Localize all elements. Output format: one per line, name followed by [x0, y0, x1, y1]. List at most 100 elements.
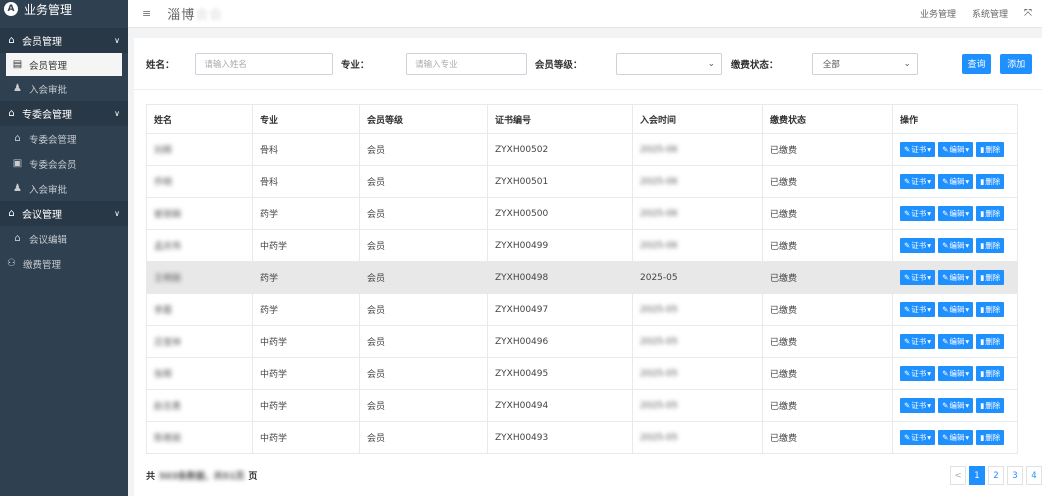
certificate-dropdown-button[interactable]: ✎ 证书 ▾ [900, 430, 936, 445]
join-date: 2025-05 [640, 272, 678, 283]
sidebar-item-label: 入会审批 [29, 184, 68, 196]
op-label: 证书 [911, 433, 927, 442]
edit-dropdown-button[interactable]: ✎ 编辑 ▾ [938, 430, 974, 445]
cell-name: 乔明 [146, 165, 253, 198]
cell-actions: ✎ 证书 ▾ ✎ 编辑 ▾ ▮ 删除 [892, 357, 1018, 390]
nav-system-link[interactable]: 系统管理 [972, 7, 1008, 20]
caret-down-icon: ▾ [965, 369, 970, 378]
cell-actions: ✎ 证书 ▾ ✎ 编辑 ▾ ▮ 删除 [892, 293, 1018, 326]
delete-button[interactable]: ▮ 删除 [976, 334, 1005, 349]
add-button[interactable]: 添加 [1000, 53, 1032, 74]
sidebar-item-payment[interactable]: ⚇ 缴费管理 [0, 251, 128, 276]
edit-dropdown-button[interactable]: ✎ 编辑 ▾ [938, 366, 974, 381]
sidebar-item-meeting-edit[interactable]: ⌂ 会议编辑 [0, 226, 128, 251]
search-button[interactable]: 查询 [961, 53, 992, 74]
cell-actions: ✎ 证书 ▾ ✎ 编辑 ▾ ▮ 删除 [892, 261, 1018, 294]
column-header-date: 入会时间 [632, 104, 763, 134]
menu-toggle-icon[interactable]: ≡ [142, 7, 151, 20]
member-name: 李霞 [154, 306, 173, 316]
cell-status: 已缴费 [762, 325, 893, 358]
certificate-dropdown-button[interactable]: ✎ 证书 ▾ [900, 174, 936, 189]
trash-icon: ▮ [980, 401, 985, 410]
cell-cert: ZYXH00496 [487, 325, 633, 358]
edit-dropdown-button[interactable]: ✎ 编辑 ▾ [938, 302, 974, 317]
sidebar-item-member-management[interactable]: ▤ 会员管理 [6, 53, 122, 76]
delete-button[interactable]: ▮ 删除 [976, 366, 1005, 381]
brand: A 业务管理 [0, 0, 128, 18]
delete-button[interactable]: ▮ 删除 [976, 270, 1005, 285]
edit-dropdown-button[interactable]: ✎ 编辑 ▾ [938, 142, 974, 157]
member-name: 陈艳丽 [154, 434, 182, 444]
certificate-dropdown-button[interactable]: ✎ 证书 ▾ [900, 398, 936, 413]
delete-button[interactable]: ▮ 删除 [976, 302, 1005, 317]
edit-dropdown-button[interactable]: ✎ 编辑 ▾ [938, 270, 974, 285]
level-select[interactable]: ⌄ [615, 52, 722, 75]
certificate-dropdown-button[interactable]: ✎ 证书 ▾ [900, 302, 936, 317]
chevron-down-icon: ∨ [114, 36, 120, 45]
id-card-icon: ▤ [12, 59, 23, 70]
fullscreen-icon[interactable]: ⤧ [1024, 8, 1032, 19]
cell-major: 药学 [252, 293, 360, 326]
page-button-1[interactable]: 1 [969, 466, 985, 485]
name-input[interactable]: 请输入姓名 [195, 52, 333, 75]
id-badge-icon: ▣ [12, 158, 23, 169]
cell-date: 2025-06 [632, 229, 763, 262]
join-date: 2025-06 [640, 240, 678, 251]
edit-dropdown-button[interactable]: ✎ 编辑 ▾ [938, 174, 974, 189]
delete-button[interactable]: ▮ 删除 [976, 174, 1005, 189]
edit-dropdown-button[interactable]: ✎ 编辑 ▾ [938, 398, 974, 413]
trash-icon: ▮ [980, 241, 985, 250]
menu-group-meeting[interactable]: ⌂ 会议管理 ∨ [0, 201, 128, 226]
certificate-dropdown-button[interactable]: ✎ 证书 ▾ [900, 142, 936, 157]
certificate-dropdown-button[interactable]: ✎ 证书 ▾ [900, 270, 936, 285]
home-icon: ⌂ [8, 208, 15, 219]
delete-button[interactable]: ▮ 删除 [976, 142, 1005, 157]
page-button-4[interactable]: 4 [1026, 466, 1042, 485]
cell-cert: ZYXH00499 [487, 229, 633, 262]
certificate-dropdown-button[interactable]: ✎ 证书 ▾ [900, 238, 936, 253]
op-label: 证书 [911, 177, 927, 186]
edit-dropdown-button[interactable]: ✎ 编辑 ▾ [938, 238, 974, 253]
delete-button[interactable]: ▮ 删除 [976, 430, 1005, 445]
edit-dropdown-button[interactable]: ✎ 编辑 ▾ [938, 334, 974, 349]
menu-group-member[interactable]: ⌂ 会员管理 ∨ [0, 28, 128, 53]
brand-logo-icon: A [4, 2, 18, 16]
delete-button[interactable]: ▮ 删除 [976, 206, 1005, 221]
cell-status: 已缴费 [762, 165, 893, 198]
cell-name: 张辉 [146, 357, 253, 390]
org-name-blurred: 会会 [195, 8, 224, 23]
op-label: 删除 [985, 433, 1001, 442]
pagination: < 1 2 3 4 [950, 466, 1042, 485]
sidebar-item-committee-members[interactable]: ▣ 专委会会员 [0, 151, 128, 176]
nav-business-link[interactable]: 业务管理 [920, 7, 956, 20]
trash-icon: ▮ [980, 337, 985, 346]
cell-status: 已缴费 [762, 357, 893, 390]
edit-dropdown-button[interactable]: ✎ 编辑 ▾ [938, 206, 974, 221]
certificate-dropdown-button[interactable]: ✎ 证书 ▾ [900, 206, 936, 221]
cell-major: 中药学 [252, 229, 360, 262]
certificate-dropdown-button[interactable]: ✎ 证书 ▾ [900, 366, 936, 381]
prev-page-button[interactable]: < [950, 466, 966, 485]
member-name: 赵志勇 [154, 402, 182, 412]
cell-actions: ✎ 证书 ▾ ✎ 编辑 ▾ ▮ 删除 [892, 421, 1018, 454]
certificate-dropdown-button[interactable]: ✎ 证书 ▾ [900, 334, 936, 349]
op-label: 证书 [911, 241, 927, 250]
payment-status-select[interactable]: 全部 ⌄ [811, 52, 918, 75]
cell-name: 王明丽 [146, 261, 253, 294]
column-header-cert: 证书编号 [487, 104, 633, 134]
cell-level: 会员 [359, 261, 488, 294]
page-button-3[interactable]: 3 [1007, 466, 1023, 485]
sidebar-item-committee-management[interactable]: ⌂ 专委会管理 [0, 126, 128, 151]
sidebar-item-join-approval[interactable]: ♟ 入会审批 [0, 76, 128, 101]
delete-button[interactable]: ▮ 删除 [976, 398, 1005, 413]
member-name: 张辉 [154, 370, 173, 380]
delete-button[interactable]: ▮ 删除 [976, 238, 1005, 253]
cell-name: 刘辉 [146, 133, 253, 166]
op-label: 编辑 [949, 273, 965, 282]
menu-group-committee[interactable]: ⌂ 专委会管理 ∨ [0, 101, 128, 126]
op-label: 删除 [985, 209, 1001, 218]
table-row: 陈艳丽 中药学 会员 ZYXH00493 2025-05 已缴费 ✎ 证书 ▾ ✎ 编辑 ▾ ▮ 删除 [146, 421, 1018, 454]
major-input[interactable]: 请输入专业 [406, 52, 527, 75]
page-button-2[interactable]: 2 [988, 466, 1004, 485]
sidebar-item-committee-approval[interactable]: ♟ 入会审批 [0, 176, 128, 201]
